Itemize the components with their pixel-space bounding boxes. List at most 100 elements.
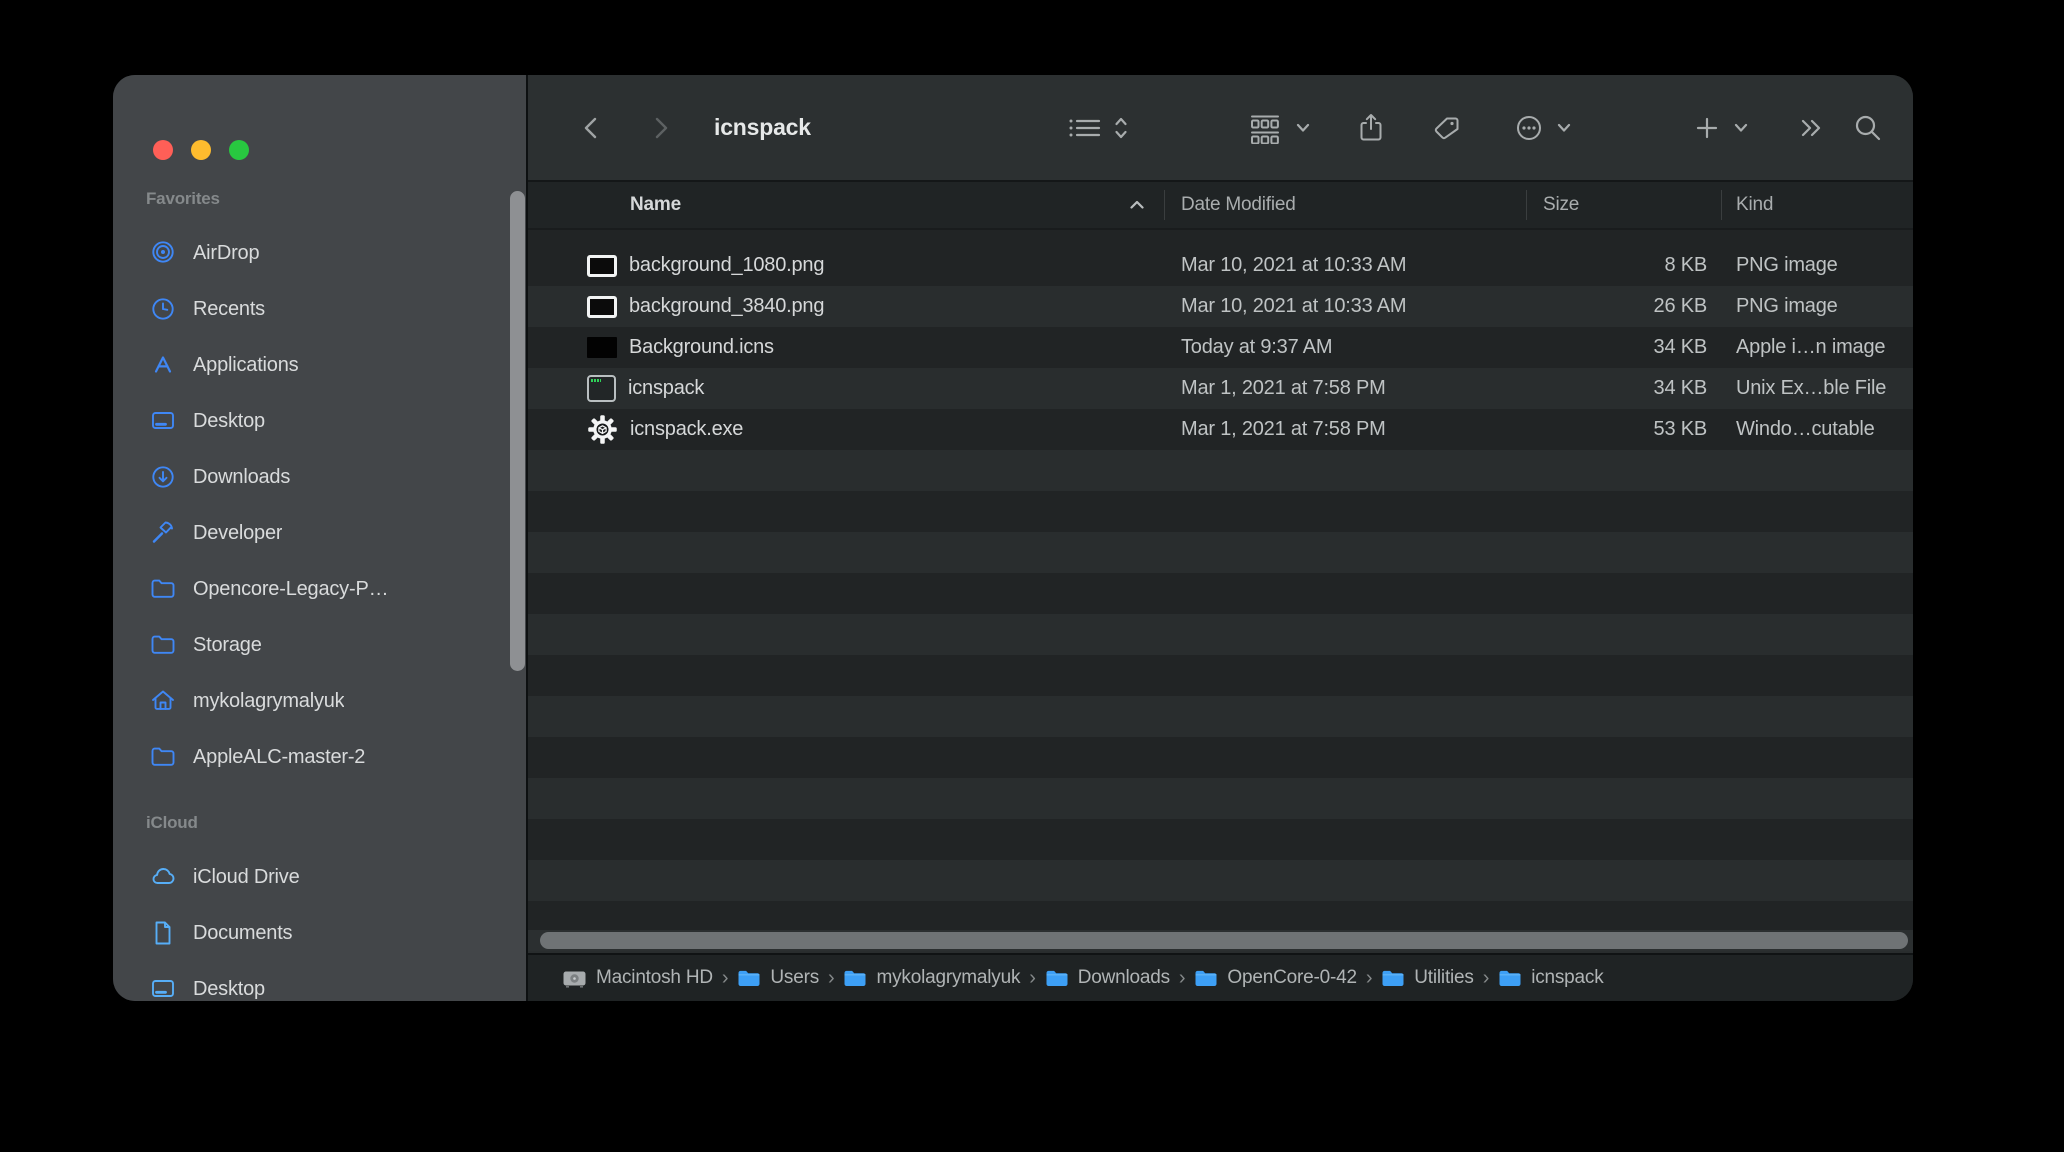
horizontal-scrollbar[interactable] — [540, 932, 1908, 949]
file-name: Background.icns — [629, 336, 774, 359]
breadcrumb-item-user-home[interactable]: mykolagrymalyuk — [843, 967, 1020, 989]
folder-icon — [737, 968, 761, 988]
sidebar-item-desktop-icloud[interactable]: Desktop — [113, 961, 528, 1001]
column-divider[interactable] — [1526, 190, 1527, 220]
finder-window: Favorites AirDrop Recents — [113, 75, 1913, 1001]
table-row[interactable]: background_1080.png Mar 10, 2021 at 10:3… — [528, 245, 1913, 286]
terminal-icon — [587, 375, 616, 402]
sidebar-item-label: Storage — [193, 634, 262, 657]
folder-icon — [843, 968, 867, 988]
sidebar-section-favorites: Favorites — [113, 173, 528, 225]
sidebar-item-opencore-legacy[interactable]: Opencore-Legacy-P… — [113, 561, 528, 617]
table-row[interactable]: icnspack.exe Mar 1, 2021 at 7:58 PM 53 K… — [528, 409, 1913, 450]
forward-chevron-icon — [648, 113, 674, 143]
sidebar-item-label: Recents — [193, 298, 265, 321]
sidebar-item-label: Applications — [193, 354, 298, 377]
list-background — [528, 230, 1913, 245]
back-button[interactable] — [578, 75, 604, 180]
group-by-button[interactable] — [1247, 75, 1311, 180]
sort-toggle-icon — [1113, 112, 1129, 144]
sidebar-item-applealc[interactable]: AppleALC-master-2 — [113, 729, 528, 785]
sidebar-item-applications[interactable]: Applications — [113, 337, 528, 393]
hammer-icon — [148, 518, 178, 548]
main-content: icnspack — [528, 75, 1913, 1001]
plus-icon — [1693, 114, 1721, 142]
minimize-window-button[interactable] — [191, 140, 211, 160]
breadcrumb-label: icnspack — [1531, 967, 1603, 989]
breadcrumb-separator: › — [1029, 967, 1035, 990]
sidebar-item-documents[interactable]: Documents — [113, 905, 528, 961]
sidebar-item-airdrop[interactable]: AirDrop — [113, 225, 528, 281]
zoom-window-button[interactable] — [229, 140, 249, 160]
sidebar-item-label: Desktop — [193, 978, 265, 1001]
breadcrumb-label: Utilities — [1414, 967, 1473, 989]
sidebar-item-developer[interactable]: Developer — [113, 505, 528, 561]
more-actions-button[interactable] — [1512, 75, 1572, 180]
gear-icon — [587, 414, 618, 445]
sidebar-item-label: mykolagrymalyuk — [193, 690, 344, 713]
back-chevron-icon — [578, 113, 604, 143]
sidebar-item-home[interactable]: mykolagrymalyuk — [113, 673, 528, 729]
app-store-icon — [148, 350, 178, 380]
column-header-size[interactable]: Size — [1543, 182, 1579, 228]
file-size: 26 KB — [1526, 286, 1707, 327]
search-button[interactable] — [1851, 75, 1885, 180]
file-name: icnspack — [628, 377, 704, 400]
column-divider[interactable] — [1164, 190, 1165, 220]
file-kind: Unix Ex…ble File — [1736, 368, 1886, 409]
column-header-kind[interactable]: Kind — [1736, 182, 1773, 228]
view-options-button[interactable] — [1066, 75, 1129, 180]
toolbar-overflow-button[interactable] — [1797, 75, 1827, 180]
column-header-date-modified[interactable]: Date Modified — [1181, 182, 1296, 228]
share-icon — [1355, 111, 1387, 145]
close-window-button[interactable] — [153, 140, 173, 160]
tag-button[interactable] — [1429, 75, 1463, 180]
file-name: background_1080.png — [629, 254, 824, 277]
sidebar-item-label: Documents — [193, 922, 292, 945]
sidebar: Favorites AirDrop Recents — [113, 75, 528, 1001]
sidebar-item-downloads[interactable]: Downloads — [113, 449, 528, 505]
file-size: 34 KB — [1526, 368, 1707, 409]
chevron-down-icon — [1556, 122, 1572, 134]
airdrop-icon — [148, 238, 178, 268]
breadcrumb-item-users[interactable]: Users — [737, 967, 819, 989]
file-date-modified: Mar 10, 2021 at 10:33 AM — [1181, 286, 1406, 327]
tag-icon — [1429, 112, 1463, 144]
table-row[interactable]: background_3840.png Mar 10, 2021 at 10:3… — [528, 286, 1913, 327]
sidebar-item-label: iCloud Drive — [193, 866, 300, 889]
sidebar-item-icloud-drive[interactable]: iCloud Drive — [113, 849, 528, 905]
breadcrumb-label: OpenCore-0-42 — [1227, 967, 1356, 989]
file-size: 53 KB — [1526, 409, 1707, 450]
forward-button[interactable] — [648, 75, 674, 180]
breadcrumb-item-opencore[interactable]: OpenCore-0-42 — [1194, 967, 1356, 989]
folder-icon — [148, 742, 178, 772]
table-row[interactable]: Background.icns Today at 9:37 AM 34 KB A… — [528, 327, 1913, 368]
breadcrumb-label: Downloads — [1078, 967, 1170, 989]
cloud-icon — [148, 862, 178, 892]
column-divider[interactable] — [1721, 190, 1722, 220]
sidebar-item-storage[interactable]: Storage — [113, 617, 528, 673]
sidebar-item-desktop[interactable]: Desktop — [113, 393, 528, 449]
chevron-down-icon — [1733, 122, 1749, 134]
sidebar-item-recents[interactable]: Recents — [113, 281, 528, 337]
file-kind: Apple i…n image — [1736, 327, 1885, 368]
breadcrumb-item-downloads[interactable]: Downloads — [1045, 967, 1170, 989]
column-header-name[interactable]: Name — [630, 182, 681, 228]
clock-icon — [148, 294, 178, 324]
share-button[interactable] — [1355, 75, 1387, 180]
file-kind: PNG image — [1736, 245, 1838, 286]
breadcrumb-label: Users — [770, 967, 819, 989]
file-size: 34 KB — [1526, 327, 1707, 368]
path-bar: Macintosh HD › Users › mykolagrymalyuk › — [528, 953, 1913, 1001]
new-folder-button[interactable] — [1693, 75, 1749, 180]
file-name: background_3840.png — [629, 295, 824, 318]
download-circle-icon — [148, 462, 178, 492]
desktop-icon — [148, 974, 178, 1001]
sidebar-scrollbar[interactable] — [510, 191, 525, 671]
table-row[interactable]: icnspack Mar 1, 2021 at 7:58 PM 34 KB Un… — [528, 368, 1913, 409]
file-date-modified: Today at 9:37 AM — [1181, 327, 1332, 368]
breadcrumb-item-icnspack[interactable]: icnspack — [1498, 967, 1603, 989]
breadcrumb-item-macintosh-hd[interactable]: Macintosh HD — [562, 967, 713, 989]
screen: { "window": {"title": "icnspack"}, "tool… — [0, 0, 2064, 1152]
breadcrumb-item-utilities[interactable]: Utilities — [1381, 967, 1473, 989]
